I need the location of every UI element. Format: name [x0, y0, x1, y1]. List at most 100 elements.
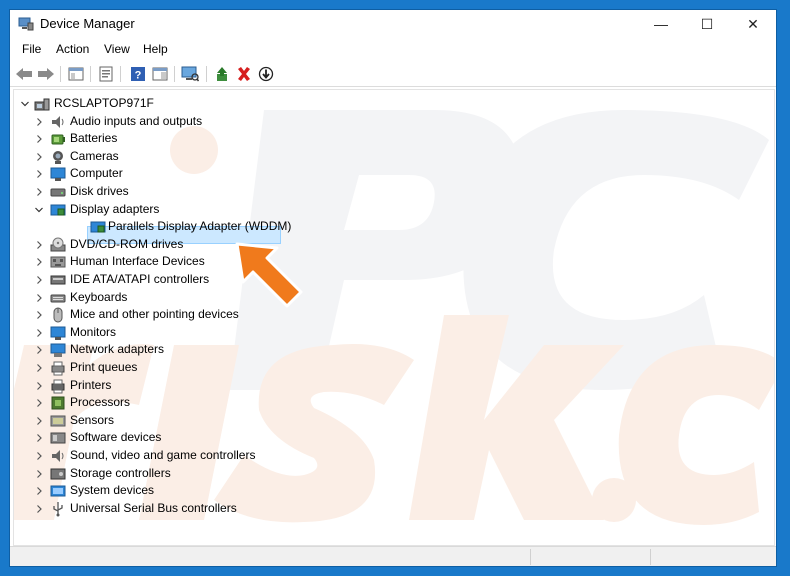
- tree-category-label: Keyboards: [70, 289, 128, 304]
- menu-help[interactable]: Help: [141, 42, 170, 56]
- chevron-down-icon[interactable]: [34, 205, 44, 215]
- toolbar-separator: [120, 66, 121, 82]
- chevron-right-icon[interactable]: [34, 169, 44, 179]
- back-button[interactable]: [14, 64, 34, 84]
- maximize-icon: ☐: [700, 15, 714, 32]
- uninstall-device-button[interactable]: [234, 64, 254, 84]
- chevron-right-icon[interactable]: [34, 345, 44, 355]
- show-hide-console-tree-button[interactable]: [66, 64, 86, 84]
- tree-device-label: Parallels Display Adapter (WDDM): [108, 219, 292, 234]
- chevron-right-icon[interactable]: [34, 486, 44, 496]
- tree-category-label: Disk drives: [70, 183, 129, 198]
- tree-category-item[interactable]: Audio inputs and outputs: [34, 113, 294, 130]
- display-adapter-icon: [50, 204, 66, 215]
- tree-category-item[interactable]: Network adapters: [34, 341, 294, 358]
- print-queue-icon: [51, 361, 65, 376]
- status-separator: [530, 549, 531, 565]
- tree-category-item[interactable]: Display adapters: [34, 201, 294, 218]
- tree-device-item[interactable]: Parallels Display Adapter (WDDM): [86, 218, 291, 235]
- properties-button[interactable]: [96, 64, 116, 84]
- storage-controller-icon: [50, 468, 66, 479]
- tree-category-label: Network adapters: [70, 342, 165, 357]
- chevron-right-icon[interactable]: [34, 504, 44, 514]
- tree-root-label: RCSLAPTOP971F: [54, 96, 154, 110]
- toolbar-separator: [174, 66, 175, 82]
- menu-view[interactable]: View: [102, 42, 132, 56]
- keyboard-icon: [50, 294, 66, 302]
- chevron-right-icon[interactable]: [34, 451, 44, 461]
- tree-root-node[interactable]: RCSLAPTOP971F: [18, 95, 198, 112]
- update-driver-icon: [217, 67, 227, 81]
- menu-action[interactable]: Action: [54, 42, 91, 56]
- chevron-right-icon[interactable]: [34, 117, 44, 127]
- action-pane-button[interactable]: [150, 64, 170, 84]
- tree-category-label: Cameras: [70, 148, 119, 163]
- tree-category-item[interactable]: Monitors: [34, 324, 294, 341]
- disable-device-button[interactable]: [256, 64, 276, 84]
- update-driver-button[interactable]: [212, 64, 232, 84]
- tree-category-item[interactable]: Cameras: [34, 148, 294, 165]
- tree-category-item[interactable]: System devices: [34, 482, 294, 499]
- tree-category-item[interactable]: Disk drives: [34, 183, 294, 200]
- chevron-right-icon[interactable]: [34, 187, 44, 197]
- chevron-right-icon[interactable]: [34, 381, 44, 391]
- chevron-down-icon[interactable]: [20, 99, 30, 109]
- maximize-button[interactable]: ☐: [684, 10, 730, 38]
- help-icon: ?: [131, 67, 145, 82]
- chevron-right-icon[interactable]: [34, 363, 44, 373]
- uninstall-icon: [238, 67, 250, 81]
- chevron-right-icon[interactable]: [34, 134, 44, 144]
- tree-category-item[interactable]: Batteries: [34, 130, 294, 147]
- camera-icon: [53, 150, 63, 164]
- tree-category-item[interactable]: Computer: [34, 165, 294, 182]
- device-tree[interactable]: RCSLAPTOP971F Audio inputs and outputs Ba…: [13, 89, 775, 546]
- tree-category-item[interactable]: Software devices: [34, 429, 294, 446]
- chevron-right-icon[interactable]: [34, 328, 44, 338]
- help-button[interactable]: ?: [128, 64, 148, 84]
- toolbar-separator: [90, 66, 91, 82]
- tree-category-label: System devices: [70, 483, 155, 498]
- dvd-drive-icon: [50, 237, 66, 252]
- chevron-right-icon[interactable]: [34, 152, 44, 162]
- chevron-right-icon[interactable]: [34, 240, 44, 250]
- minimize-button[interactable]: —: [638, 10, 684, 38]
- forward-button[interactable]: [36, 64, 56, 84]
- chevron-right-icon[interactable]: [34, 433, 44, 443]
- tree-category-label: Monitors: [70, 324, 117, 339]
- chevron-right-icon[interactable]: [34, 416, 44, 426]
- toolbar-separator: [60, 66, 61, 82]
- svg-text:?: ?: [135, 70, 142, 82]
- chevron-right-icon[interactable]: [34, 469, 44, 479]
- tree-category-item[interactable]: Processors: [34, 394, 294, 411]
- tree-category-label: Processors: [70, 395, 131, 410]
- processor-icon: [51, 396, 65, 410]
- scan-hardware-button[interactable]: [180, 64, 200, 84]
- tree-category-label: Print queues: [70, 359, 138, 374]
- chevron-right-icon[interactable]: [34, 398, 44, 408]
- printer-icon: [51, 379, 65, 393]
- chevron-right-icon[interactable]: [34, 275, 44, 285]
- tree-category-item[interactable]: Print queues: [34, 359, 294, 376]
- tree-category-label: Storage controllers: [70, 465, 171, 480]
- computer-icon: [50, 167, 66, 182]
- menu-file[interactable]: File: [20, 42, 43, 56]
- title-bar[interactable]: Device Manager — ☐ ✕: [10, 10, 776, 38]
- sensor-icon: [50, 415, 66, 427]
- tree-category-item[interactable]: Sound, video and game controllers: [34, 447, 294, 464]
- monitor-icon: [50, 326, 66, 340]
- tree-category-item[interactable]: Universal Serial Bus controllers: [34, 500, 294, 517]
- tree-category-label: DVD/CD-ROM drives: [70, 236, 184, 251]
- tree-category-label: Mice and other pointing devices: [70, 307, 239, 322]
- action-pane-icon: [152, 67, 168, 81]
- close-icon: ✕: [747, 15, 759, 32]
- close-button[interactable]: ✕: [730, 10, 776, 38]
- tree-category-item[interactable]: Printers: [34, 377, 294, 394]
- chevron-right-icon[interactable]: [34, 257, 44, 267]
- chevron-right-icon[interactable]: [34, 293, 44, 303]
- chevron-right-icon[interactable]: [34, 310, 44, 320]
- properties-icon: [99, 66, 113, 82]
- tree-category-item[interactable]: Storage controllers: [34, 465, 294, 482]
- battery-icon: [51, 134, 65, 145]
- tree-category-item[interactable]: Sensors: [34, 412, 294, 429]
- tree-category-label: Human Interface Devices: [70, 254, 205, 269]
